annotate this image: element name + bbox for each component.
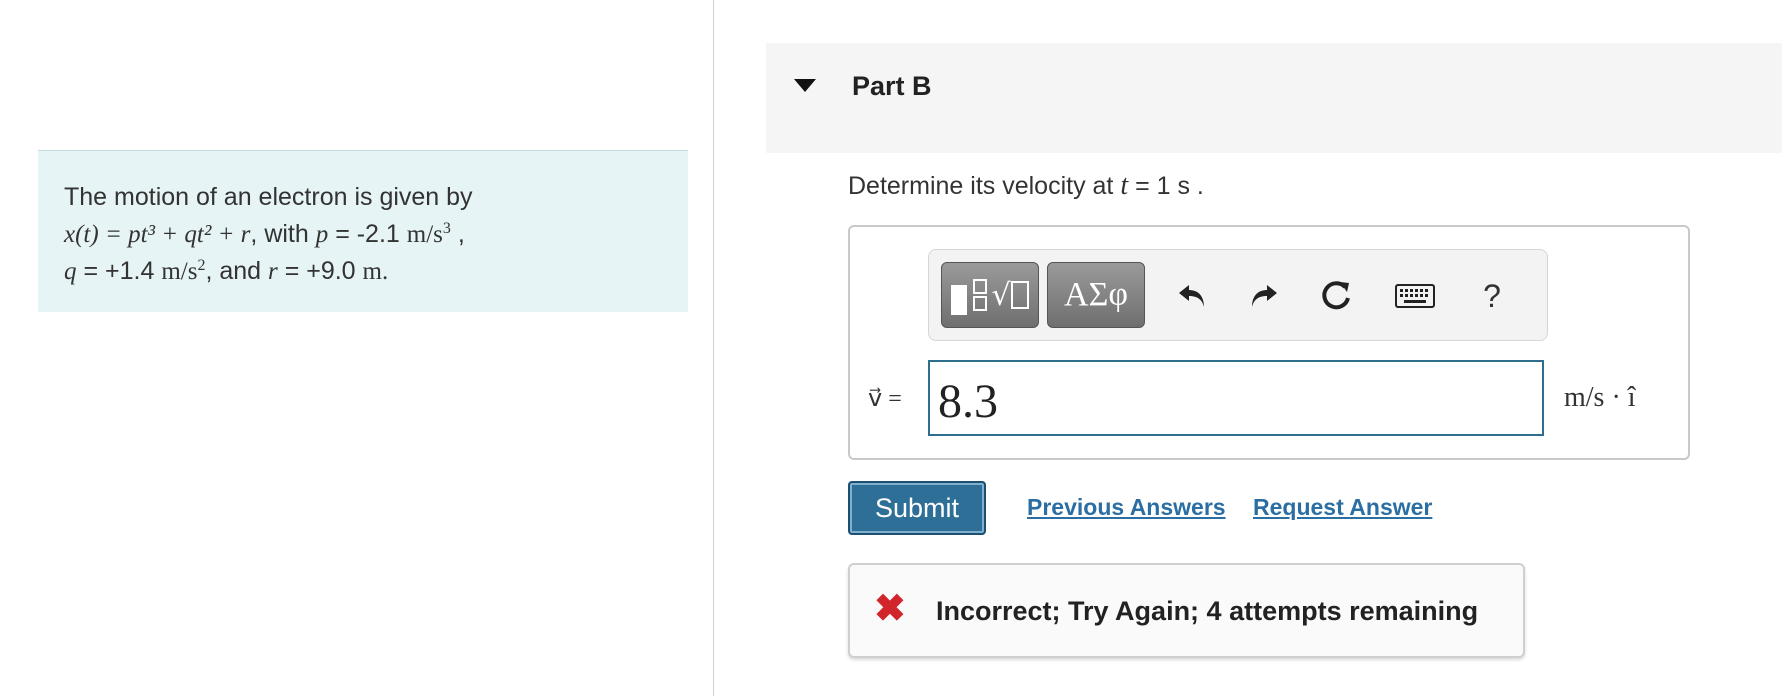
collapse-caret-icon[interactable]: [794, 79, 816, 92]
problem-statement: The motion of an electron is given by x(…: [38, 150, 688, 312]
and-text: , and: [205, 257, 262, 285]
keyboard-icon[interactable]: [1395, 274, 1435, 318]
problem-intro: The motion of an electron is given by: [64, 183, 473, 211]
feedback-message: Incorrect; Try Again; 4 attempts remaini…: [936, 596, 1479, 626]
question-text: Determine its velocity at t = 1 s .: [848, 170, 1204, 201]
p-unit: m/s3: [406, 220, 451, 248]
t-variable: t: [1120, 170, 1129, 201]
redo-icon[interactable]: [1244, 274, 1284, 318]
velocity-variable-label: v⃗ =: [868, 386, 902, 412]
part-title: Part B: [852, 71, 932, 101]
column-divider: [713, 0, 714, 696]
request-answer-link[interactable]: Request Answer: [1253, 494, 1432, 521]
q-value: = +1.4: [83, 257, 155, 285]
math-toolbar: √ ΑΣφ ?: [928, 249, 1548, 341]
greek-letters-button[interactable]: ΑΣφ: [1047, 262, 1145, 328]
help-icon[interactable]: ?: [1472, 274, 1512, 318]
templates-icon: [951, 285, 968, 315]
q-variable: q: [64, 258, 77, 285]
problem-equation-line: x(t) = pt³ + qt² + r, with p = -2.1 m/s3…: [64, 220, 465, 248]
r-variable: r: [268, 258, 278, 285]
answer-input[interactable]: [928, 360, 1544, 436]
r-value: = +9.0: [284, 257, 356, 285]
problem-params-line: q = +1.4 m/s2, and r = +9.0 m.: [64, 253, 662, 290]
motion-equation: x(t) = pt³ + qt² + r: [64, 221, 251, 248]
answer-units: m/s · î: [1564, 382, 1636, 413]
part-header[interactable]: Part B: [766, 43, 1782, 153]
with-text: , with: [250, 220, 309, 248]
previous-answers-link[interactable]: Previous Answers: [1027, 494, 1226, 521]
reset-icon[interactable]: [1316, 274, 1356, 318]
p-variable: p: [315, 221, 329, 248]
incorrect-x-icon: ✖: [874, 588, 906, 630]
templates-button[interactable]: √: [941, 262, 1039, 328]
feedback-box: ✖ Incorrect; Try Again; 4 attempts remai…: [848, 563, 1525, 658]
p-value: = -2.1: [335, 220, 400, 248]
q-unit: m/s2: [161, 257, 206, 285]
r-unit: m.: [362, 258, 389, 285]
answer-area: √ ΑΣφ ? v⃗ = m/s · î: [848, 225, 1690, 460]
undo-icon[interactable]: [1172, 274, 1212, 318]
submit-button[interactable]: Submit: [848, 481, 986, 535]
